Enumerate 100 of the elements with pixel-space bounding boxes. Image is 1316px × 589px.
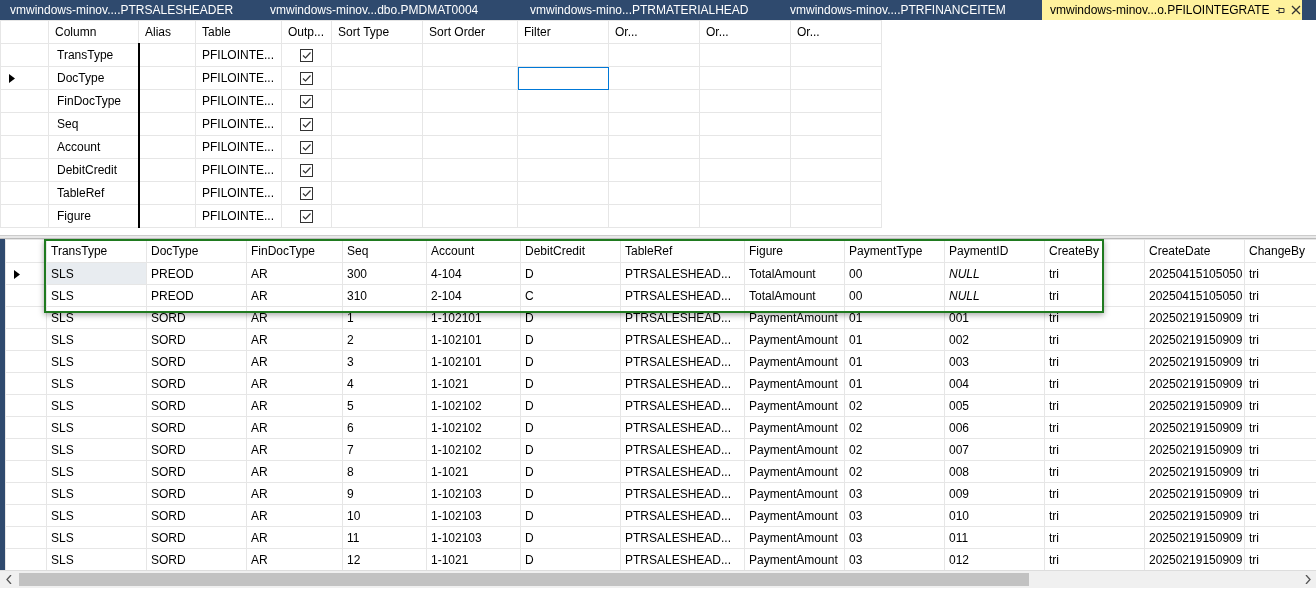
- table-cell: tri: [1044, 328, 1145, 351]
- table-cell: 002: [944, 328, 1045, 351]
- column-header[interactable]: CreateDate: [1144, 239, 1245, 263]
- table-cell: 1-102103: [426, 482, 521, 505]
- table-cell: 2-104: [426, 284, 521, 307]
- table-cell: Account: [48, 135, 139, 159]
- table-cell: PaymentAmount: [744, 460, 845, 483]
- column-header[interactable]: TableRef: [620, 239, 745, 263]
- table-cell: 03: [844, 482, 945, 505]
- checkbox[interactable]: [300, 118, 313, 132]
- table-cell: 008: [944, 460, 1045, 483]
- pin-icon[interactable]: [1275, 5, 1285, 15]
- column-header[interactable]: CreateBy: [1044, 239, 1145, 263]
- close-icon[interactable]: [1290, 5, 1301, 15]
- column-header[interactable]: Figure: [744, 239, 845, 263]
- document-tab[interactable]: vmwindows-minov...o.PFILOINTEGRATE: [1042, 0, 1302, 20]
- checkbox[interactable]: [300, 49, 313, 63]
- table-cell: PTRSALESHEAD...: [620, 460, 745, 483]
- table-cell: 10: [342, 504, 427, 527]
- document-tab[interactable]: vmwindows-minov...dbo.PMDMAT0004: [262, 0, 522, 20]
- table-cell: PTRSALESHEAD...: [620, 350, 745, 373]
- column-header[interactable]: Table: [195, 20, 282, 44]
- table-cell: tri: [1044, 526, 1145, 549]
- table-cell: AR: [246, 262, 343, 285]
- table-cell: 20250415105050: [1144, 284, 1245, 307]
- table-cell: PTRSALESHEAD...: [620, 482, 745, 505]
- column-header[interactable]: Or...: [608, 20, 700, 44]
- table-cell: 03: [844, 526, 945, 549]
- table-cell: 1-1021: [426, 460, 521, 483]
- checkbox[interactable]: [300, 72, 313, 86]
- document-tab[interactable]: vmwindows-minov....PTRSALESHEADER: [2, 0, 262, 20]
- table-cell: PTRSALESHEAD...: [620, 306, 745, 329]
- column-header[interactable]: Alias: [138, 20, 196, 44]
- table-cell: tri: [1044, 372, 1145, 395]
- table-cell: 00: [844, 262, 945, 285]
- table-cell: AR: [246, 372, 343, 395]
- horizontal-scrollbar[interactable]: [0, 570, 1316, 588]
- table-cell: TotalAmount: [744, 284, 845, 307]
- column-header[interactable]: ChangeBy: [1244, 239, 1316, 263]
- column-header[interactable]: Seq: [342, 239, 427, 263]
- scrollbar-thumb[interactable]: [19, 573, 1029, 586]
- column-header[interactable]: Outp...: [281, 20, 332, 44]
- checkbox[interactable]: [300, 210, 313, 224]
- table-cell: PFILOINTE...: [195, 112, 282, 136]
- table-cell: SLS: [46, 284, 147, 307]
- document-tab[interactable]: vmwindows-minov....PTRFINANCEITEM: [782, 0, 1042, 20]
- table-cell: PREOD: [146, 284, 247, 307]
- table-cell: SLS: [46, 416, 147, 439]
- table-cell: 007: [944, 438, 1045, 461]
- column-header[interactable]: Filter: [517, 20, 609, 44]
- column-header[interactable]: PaymentID: [944, 239, 1045, 263]
- filter-field[interactable]: [517, 66, 609, 90]
- table-cell: SORD: [146, 328, 247, 351]
- table-cell: 01: [844, 372, 945, 395]
- table-cell: PaymentAmount: [744, 350, 845, 373]
- table-cell: 11: [342, 526, 427, 549]
- row-indicator-icon: [14, 269, 20, 279]
- table-cell: 1-102102: [426, 394, 521, 417]
- column-header[interactable]: Sort Type: [331, 20, 423, 44]
- checkbox[interactable]: [300, 164, 313, 178]
- table-cell: SORD: [146, 394, 247, 417]
- checkbox[interactable]: [300, 141, 313, 155]
- table-cell: tri: [1044, 350, 1145, 373]
- table-cell: PaymentAmount: [744, 372, 845, 395]
- table-cell: PaymentAmount: [744, 394, 845, 417]
- table-cell: AR: [246, 394, 343, 417]
- table-cell: NULL: [944, 284, 1045, 307]
- checkbox[interactable]: [300, 187, 313, 201]
- column-header[interactable]: DocType: [146, 239, 247, 263]
- table-cell: DocType: [48, 66, 139, 90]
- checkbox[interactable]: [300, 95, 313, 109]
- column-header[interactable]: Column: [48, 20, 139, 44]
- column-header[interactable]: Or...: [699, 20, 791, 44]
- column-header[interactable]: PaymentType: [844, 239, 945, 263]
- table-cell: 20250219150909: [1144, 460, 1245, 483]
- column-header[interactable]: Or...: [790, 20, 882, 44]
- column-header[interactable]: Account: [426, 239, 521, 263]
- table-cell: D: [520, 350, 621, 373]
- column-header[interactable]: Sort Order: [422, 20, 518, 44]
- column-header[interactable]: DebitCredit: [520, 239, 621, 263]
- table-cell: PTRSALESHEAD...: [620, 262, 745, 285]
- table-cell: 011: [944, 526, 1045, 549]
- table-cell: 20250219150909: [1144, 416, 1245, 439]
- table-cell: FinDocType: [48, 89, 139, 113]
- table-cell: D: [520, 328, 621, 351]
- table-cell: PaymentAmount: [744, 482, 845, 505]
- table-cell: PaymentAmount: [744, 306, 845, 329]
- table-cell: 01: [844, 350, 945, 373]
- table-cell: AR: [246, 306, 343, 329]
- column-header[interactable]: FinDocType: [246, 239, 343, 263]
- table-cell: 3: [342, 350, 427, 373]
- table-cell: 20250219150909: [1144, 372, 1245, 395]
- table-cell: 005: [944, 394, 1045, 417]
- table-cell: SORD: [146, 306, 247, 329]
- table-cell: 02: [844, 416, 945, 439]
- table-cell: tri: [1044, 504, 1145, 527]
- column-header[interactable]: TransType: [46, 239, 147, 263]
- document-tab[interactable]: vmwindows-mino...PTRMATERIALHEAD: [522, 0, 782, 20]
- table-cell: PaymentAmount: [744, 416, 845, 439]
- table-cell: 03: [844, 504, 945, 527]
